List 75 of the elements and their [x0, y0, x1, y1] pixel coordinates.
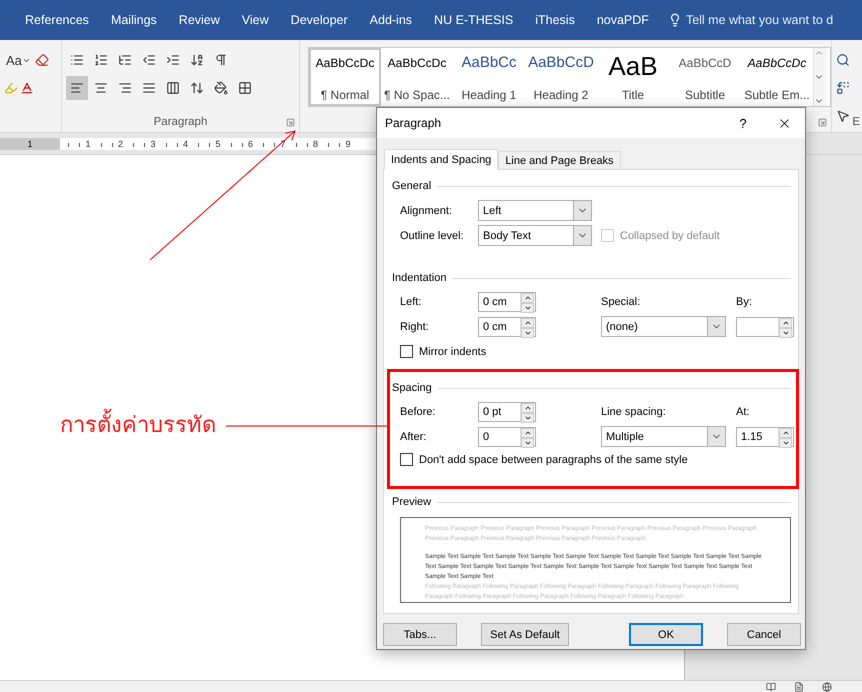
line-spacing-dropdown[interactable]: Multiple [601, 426, 726, 447]
change-case-button[interactable]: Aa [4, 48, 33, 72]
tell-me-field[interactable]: Tell me what you want to d [686, 13, 848, 27]
dialog-button[interactable]: Cancel [727, 623, 801, 646]
outline-level-dropdown[interactable]: Body Text [478, 225, 592, 246]
section-heading: General [392, 180, 432, 192]
dialog-button[interactable]: OK [629, 623, 703, 646]
print-layout-icon[interactable] [794, 682, 804, 692]
alignment-dropdown[interactable]: Left [478, 200, 592, 221]
section-heading: Spacing [392, 382, 432, 394]
ruler-number: 1 [85, 139, 90, 149]
field-label: By: [736, 296, 753, 308]
replace-icon[interactable] [836, 81, 850, 95]
web-layout-icon[interactable] [822, 682, 832, 692]
left-indent-spinner[interactable]: 0 cm [478, 292, 536, 312]
checkbox[interactable] [400, 453, 413, 466]
read-mode-icon[interactable] [766, 682, 776, 692]
checkbox-label: Don't add space between paragraphs of the same style [419, 454, 688, 466]
field-label: Special: [601, 296, 642, 308]
ribbon-tab[interactable]: iThesis [524, 13, 586, 27]
font-color-icon[interactable] [20, 81, 34, 95]
style-item[interactable]: AaBbCcDc ¶ Normal [309, 48, 381, 106]
field-label: Left: [400, 296, 422, 308]
checkbox-label: Collapsed by default [620, 230, 720, 242]
search-icon[interactable] [836, 53, 850, 67]
field-label: Before: [400, 406, 436, 418]
special-dropdown[interactable]: (none) [601, 316, 726, 337]
ribbon-tab[interactable]: novaPDF [586, 13, 660, 27]
ruler-number: 5 [215, 139, 220, 149]
ribbon-tab[interactable]: Mailings [100, 13, 168, 27]
ribbon-tab[interactable]: Developer [280, 13, 359, 27]
spin-up-icon[interactable] [524, 294, 532, 302]
ribbon-tab[interactable]: View [230, 13, 280, 27]
ruler-number: 6 [248, 139, 253, 149]
dialog-title: Paragraph [385, 116, 442, 130]
dialog-button[interactable]: Set As Default [481, 623, 569, 646]
after-spinner[interactable]: 0 [478, 426, 536, 446]
field-label: After: [400, 430, 428, 442]
field-label: Line spacing: [601, 406, 667, 418]
field-label: Right: [400, 320, 430, 332]
annotation-label: การตั้งค่าบรรทัด [60, 407, 216, 442]
ruler-number: 1 [0, 138, 60, 150]
field-label: At: [736, 406, 750, 418]
section-heading: Indentation [392, 272, 446, 284]
checkbox[interactable] [400, 345, 413, 358]
ruler-number: 8 [312, 139, 318, 149]
ruler-number: 3 [150, 139, 156, 149]
spin-down-icon[interactable] [524, 414, 532, 422]
dialog-launcher-icon[interactable] [818, 118, 827, 127]
ribbon-tab[interactable]: Add-ins [358, 13, 424, 27]
field-label: Outline level: [400, 230, 465, 242]
dialog-tab[interactable]: Line and Page Breaks [498, 151, 621, 170]
right-indent-spinner[interactable]: 0 cm [478, 316, 536, 336]
pointer-icon[interactable] [836, 109, 850, 123]
spin-down-icon[interactable] [524, 304, 532, 312]
align-left-icon[interactable] [66, 76, 88, 100]
spin-up-icon[interactable] [524, 404, 532, 412]
field-label: Alignment: [400, 204, 453, 216]
section-heading: Preview [392, 496, 432, 508]
eraser-icon[interactable] [34, 53, 49, 67]
ruler-number: 2 [118, 139, 123, 149]
group-label: E [852, 116, 860, 128]
before-spinner[interactable]: 0 pt [478, 402, 536, 422]
ruler-number: 9 [345, 139, 350, 149]
help-button[interactable]: ? [723, 114, 763, 132]
ribbon-tab[interactable]: Review [168, 13, 231, 27]
at-spinner[interactable]: 1.15 [736, 426, 794, 446]
dialog-tab[interactable]: Indents and Spacing [384, 149, 498, 170]
dialog-button[interactable]: Tabs... [383, 623, 457, 646]
checkbox-label: Mirror indents [419, 346, 486, 358]
dialog-launcher-icon[interactable] [286, 118, 295, 127]
ribbon-tab[interactable]: References [14, 13, 100, 27]
group-label: Paragraph [154, 116, 208, 128]
ruler-number: 4 [182, 139, 188, 149]
ribbon-tab[interactable]: NU E-THESIS [423, 13, 524, 27]
